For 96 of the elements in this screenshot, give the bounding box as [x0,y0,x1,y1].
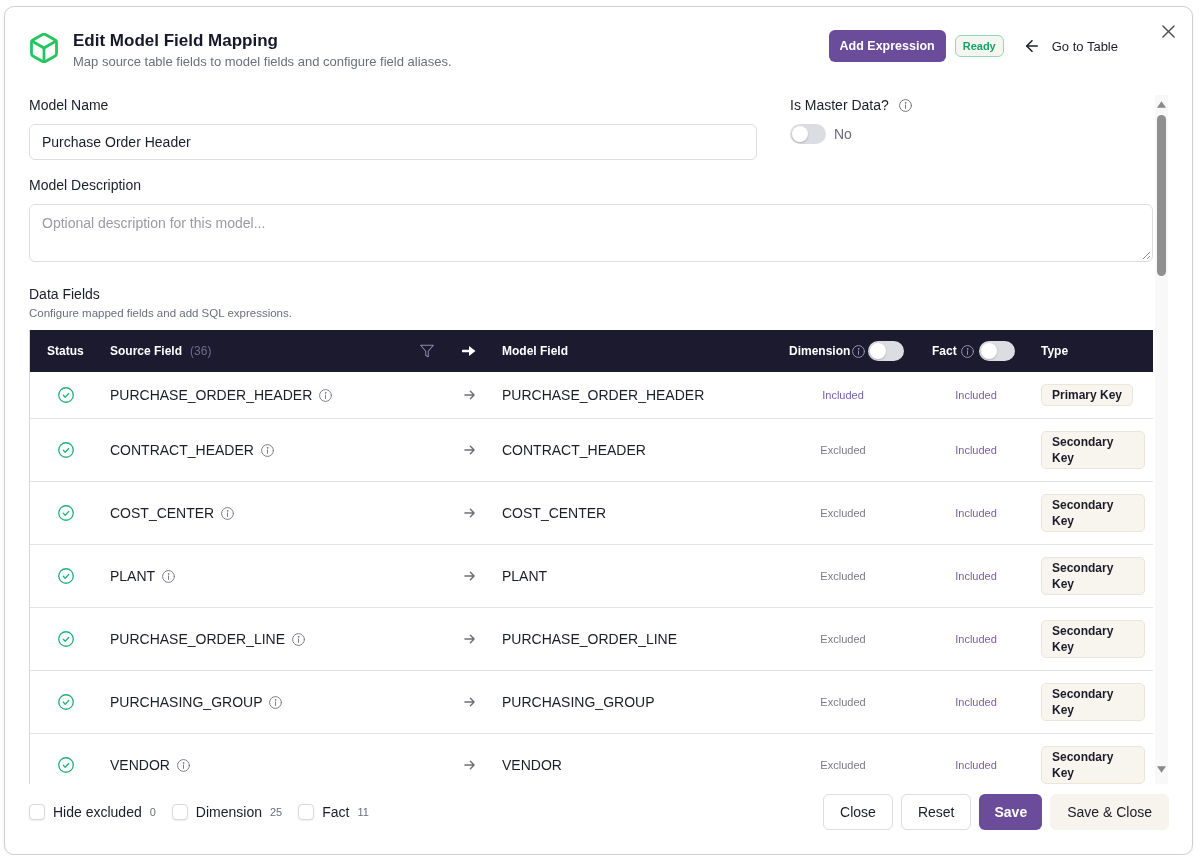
arrow-right-icon [464,445,475,455]
model-field-name: PLANT [502,568,548,584]
dialog-title: Edit Model Field Mapping [73,30,279,52]
arrow-right-icon [464,390,475,400]
close-button[interactable]: Close [823,794,893,830]
model-field-name: VENDOR [502,757,562,773]
fact-status[interactable]: Included [955,444,997,456]
key-type-badge: Secondary Key [1041,431,1145,469]
arrow-right-icon [464,760,475,770]
dimension-toggle[interactable] [868,341,905,361]
dimension-status[interactable]: Excluded [820,759,866,771]
fact-status[interactable]: Included [955,633,997,645]
source-field-name: CONTRACT_HEADER [110,442,254,458]
source-field-name: PURCHASE_ORDER_HEADER [110,387,313,403]
key-type-badge: Secondary Key [1041,557,1145,595]
key-type-badge: Secondary Key [1041,494,1145,532]
info-icon[interactable] [898,98,912,112]
model-field-name: COST_CENTER [502,505,607,521]
info-icon[interactable] [176,758,190,772]
model-name-input[interactable]: Purchase Order Header [29,124,757,160]
column-header[interactable]: Fact [932,344,957,358]
filter-count: 0 [149,806,156,818]
column-header[interactable]: Dimension [789,344,851,358]
fact-status[interactable]: Included [955,507,997,519]
field-label: Model Name [29,96,110,114]
info-icon[interactable] [319,388,333,402]
column-header[interactable]: Status [47,344,84,358]
save-close-button[interactable]: Save & Close [1050,794,1169,830]
model-field-name: PURCHASE_ORDER_LINE [502,631,678,647]
info-icon[interactable] [162,569,176,583]
info-icon[interactable] [292,632,306,646]
section-subtitle: Configure mapped fields and add SQL expressions. [29,306,293,320]
arrow-left-icon [1025,40,1038,52]
toggle-state-label: No [834,126,852,142]
arrow-right-icon [464,571,475,581]
status-badge: Ready [954,35,1004,57]
field-label: Model Description [29,176,143,194]
go-to-table-link[interactable]: Go to Table [1025,38,1118,54]
scroll-down-icon[interactable] [1157,766,1166,773]
key-type-badge: Primary Key [1041,384,1134,406]
add-expression-button[interactable]: Add Expression [828,30,946,62]
dimension-status[interactable]: Excluded [820,570,866,582]
filter-count: 11 [357,806,369,818]
field-label: Is Master Data? [790,96,889,114]
scrollbar-thumb[interactable] [1157,115,1166,276]
source-field-name: PURCHASING_GROUP [110,694,263,710]
key-type-badge: Secondary Key [1041,746,1145,784]
save-button[interactable]: Save [979,794,1043,830]
cube-icon [30,33,58,63]
filter-label[interactable]: Fact [322,804,350,820]
dimension-status[interactable]: Excluded [820,633,866,645]
filter-count: 25 [270,806,283,818]
source-field-name: COST_CENTER [110,505,215,521]
model-field-name: CONTRACT_HEADER [502,442,646,458]
info-icon[interactable] [269,695,283,709]
fact-status[interactable]: Included [955,570,997,582]
source-field-name: PURCHASE_ORDER_LINE [110,631,286,647]
filter-label[interactable]: Dimension [195,804,262,820]
arrow-right-icon [464,508,475,518]
arrow-right-icon [462,345,476,357]
source-field-name: VENDOR [110,757,170,773]
resize-handle-icon[interactable] [1142,251,1150,259]
arrow-right-icon [464,634,475,644]
fact-status[interactable]: Included [955,389,997,401]
info-icon[interactable] [260,443,274,457]
fact-status[interactable]: Included [955,759,997,771]
dimension-status[interactable]: Excluded [820,444,866,456]
arrow-right-icon [464,697,475,707]
info-icon[interactable] [221,506,235,520]
info-icon[interactable] [852,344,866,358]
dimension-status[interactable]: Excluded [820,507,866,519]
filter-icon[interactable] [420,344,434,358]
fact-toggle[interactable] [978,341,1015,361]
key-type-badge: Secondary Key [1041,683,1145,721]
master-data-toggle[interactable] [790,124,826,144]
column-header[interactable]: Type [1041,344,1069,358]
scroll-up-icon[interactable] [1157,101,1166,108]
checkbox[interactable] [298,804,315,820]
reset-button[interactable]: Reset [900,794,972,830]
source-field-name: PLANT [110,568,156,584]
info-icon[interactable] [960,344,974,358]
column-header[interactable]: Source Field [110,344,183,358]
checkbox[interactable] [29,804,45,820]
section-title: Data Fields [29,285,101,303]
model-field-name: PURCHASE_ORDER_HEADER [502,387,705,403]
field-count: (36) [190,344,212,358]
close-icon[interactable] [1162,25,1175,38]
key-type-badge: Secondary Key [1041,620,1145,658]
model-field-name: PURCHASING_GROUP [502,694,655,710]
dimension-status[interactable]: Included [822,389,864,401]
fact-status[interactable]: Included [955,696,997,708]
dimension-status[interactable]: Excluded [820,696,866,708]
checkbox[interactable] [171,804,188,820]
filter-label[interactable]: Hide excluded [53,804,142,820]
dialog-subtitle: Map source table fields to model fields and configure field aliases. [73,53,453,71]
column-header[interactable]: Model Field [502,344,568,358]
